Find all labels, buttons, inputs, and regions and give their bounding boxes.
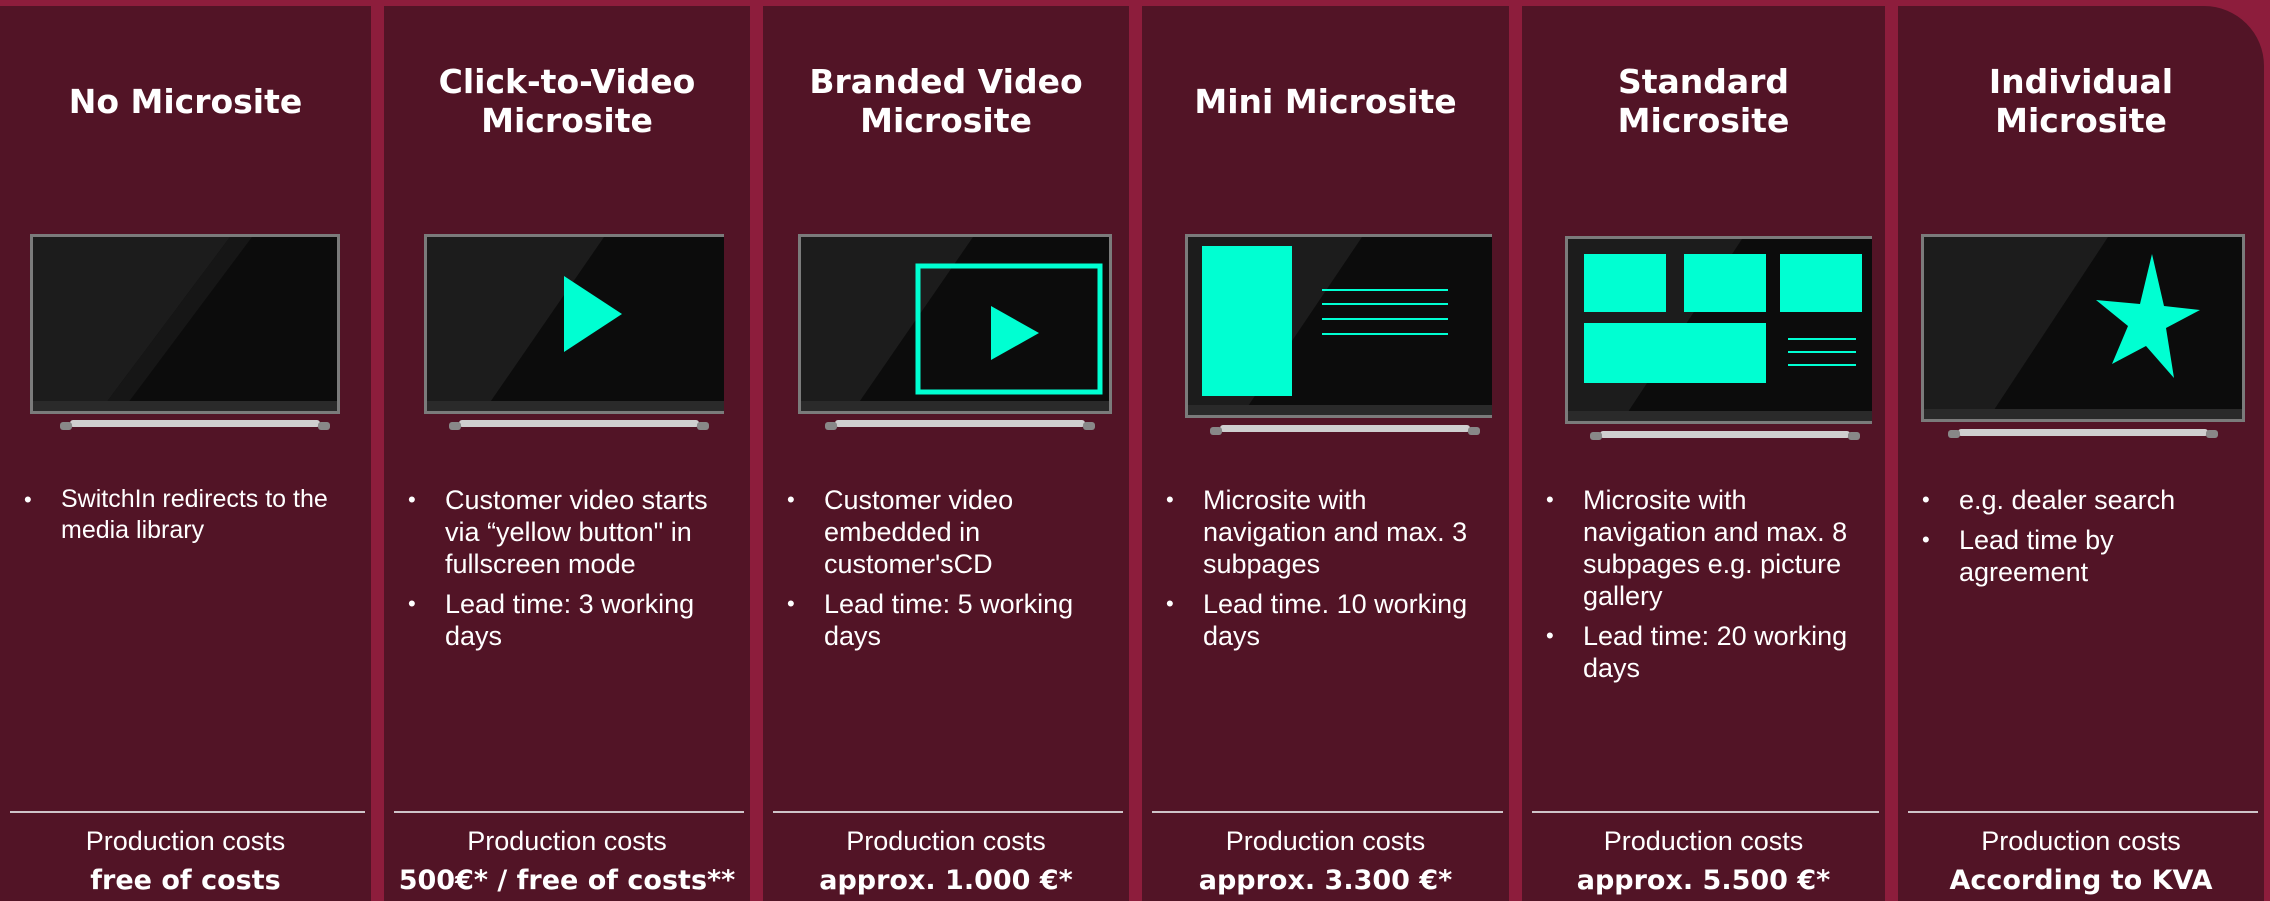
feature-item: Lead time: 5 working days — [787, 588, 1115, 652]
column-no-microsite: No Microsite SwitchIn redirects to the m… — [0, 6, 371, 901]
framed-play-icon — [798, 234, 1112, 430]
feature-list: Customer video starts via “yellow button… — [408, 484, 736, 660]
column-title: Individual Microsite — [1988, 62, 2174, 140]
feature-item: Customer video starts via “yellow button… — [408, 484, 736, 580]
column-title: Branded Video Microsite — [809, 62, 1083, 140]
column-standard-microsite: Standard Microsite Microsite with naviga… — [1522, 6, 1885, 901]
cost-value: approx. 3.300 €* — [1198, 865, 1453, 896]
cost-value: approx. 1.000 €* — [819, 865, 1073, 896]
feature-item: Lead time. 10 working days — [1166, 588, 1495, 652]
feature-item: e.g. dealer search — [1922, 484, 2250, 516]
play-icon — [424, 234, 724, 430]
column-title: Click-to-Video Microsite — [438, 62, 696, 140]
feature-item: Microsite with navigation and max. 8 sub… — [1546, 484, 1871, 612]
feature-item: Lead time by agreement — [1922, 524, 2250, 588]
standard-layout-icon — [1565, 236, 1872, 440]
column-click-to-video: Click-to-Video Microsite Customer video … — [384, 6, 750, 901]
feature-item: Lead time: 3 working days — [408, 588, 736, 652]
divider — [1532, 811, 1879, 813]
cost-value: free of costs — [90, 865, 281, 896]
divider — [773, 811, 1123, 813]
cost-value: 500€* / free of costs** — [398, 865, 736, 896]
cost-label: Production costs — [846, 826, 1046, 856]
cost-value: approx. 5.500 €* — [1576, 865, 1831, 896]
star-icon — [1921, 234, 2245, 438]
cost-label: Production costs — [85, 826, 286, 856]
feature-list: Microsite with navigation and max. 3 sub… — [1166, 484, 1495, 660]
feature-list: e.g. dealer search Lead time by agreemen… — [1922, 484, 2250, 596]
feature-list: Customer video embedded in customer'sCD … — [787, 484, 1115, 660]
column-branded-video: Branded Video Microsite Customer video e… — [763, 6, 1129, 901]
divider — [1908, 811, 2258, 813]
blank-screen-icon — [30, 234, 340, 430]
divider — [1152, 811, 1503, 813]
divider — [10, 811, 365, 813]
microsite-options-table: No Microsite SwitchIn redirects to the m… — [0, 0, 2270, 901]
column-title: No Microsite — [68, 81, 303, 121]
column-title: Standard Microsite — [1617, 62, 1790, 140]
feature-list: SwitchIn redirects to the media library — [24, 484, 357, 554]
feature-item: Microsite with navigation and max. 3 sub… — [1166, 484, 1495, 580]
mini-layout-icon — [1185, 234, 1492, 435]
column-mini-microsite: Mini Microsite Microsite with navigation… — [1142, 6, 1509, 901]
column-individual-microsite: Individual Microsite e.g. dealer search … — [1898, 6, 2264, 901]
cost-label: Production costs — [1981, 826, 2181, 856]
feature-item: Lead time: 20 working days — [1546, 620, 1871, 684]
feature-item: SwitchIn redirects to the media library — [24, 484, 357, 546]
feature-item: Customer video embedded in customer'sCD — [787, 484, 1115, 580]
cost-label: Production costs — [467, 826, 667, 856]
cost-label: Production costs — [1603, 826, 1804, 856]
divider — [394, 811, 744, 813]
feature-list: Microsite with navigation and max. 8 sub… — [1546, 484, 1871, 692]
column-title: Mini Microsite — [1194, 81, 1457, 121]
cost-label: Production costs — [1225, 826, 1426, 856]
cost-value: According to KVA — [1949, 865, 2213, 896]
